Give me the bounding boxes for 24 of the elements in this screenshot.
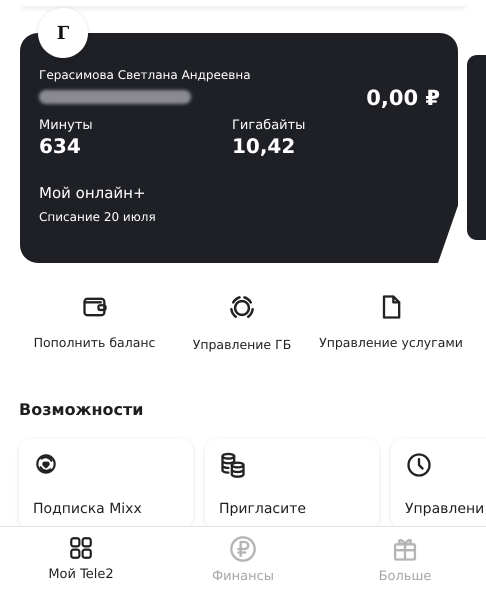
feature-card[interactable]: Подписка Mixx xyxy=(19,439,193,529)
clock-icon xyxy=(405,451,433,479)
avatar[interactable]: Г xyxy=(38,8,88,58)
action-button[interactable]: Пополнить баланс xyxy=(34,335,156,350)
feature-card[interactable]: Управлени xyxy=(391,439,486,529)
action-button[interactable]: Управление ГБ xyxy=(192,337,292,352)
stat-value: 634 xyxy=(39,134,82,158)
feature-card[interactable]: Пригласите xyxy=(205,439,379,529)
action-button[interactable]: Управление услугами xyxy=(319,335,463,350)
ruble-icon xyxy=(229,535,257,563)
nav-tab[interactable]: Мой Tele2 xyxy=(0,527,162,584)
charge-date: Списание 20 июля xyxy=(39,210,157,224)
section-title: Возможности xyxy=(18,399,144,419)
stat-label: Гигабайты xyxy=(232,118,306,133)
coins-icon xyxy=(219,451,247,479)
feature-label: Пригласите xyxy=(219,501,307,517)
stat-value: 10,42 xyxy=(232,134,296,158)
tariff-name: Мой онлайн+ xyxy=(39,184,147,202)
feature-label: Подписка Mixx xyxy=(33,501,143,517)
balance: 0,00 ₽ xyxy=(366,86,440,110)
feature-label: Управлени xyxy=(405,501,486,517)
grid-icon xyxy=(68,535,94,561)
owner-name: Герасимова Светлана Андреевна xyxy=(39,68,252,82)
stat-label: Минуты xyxy=(39,118,94,133)
